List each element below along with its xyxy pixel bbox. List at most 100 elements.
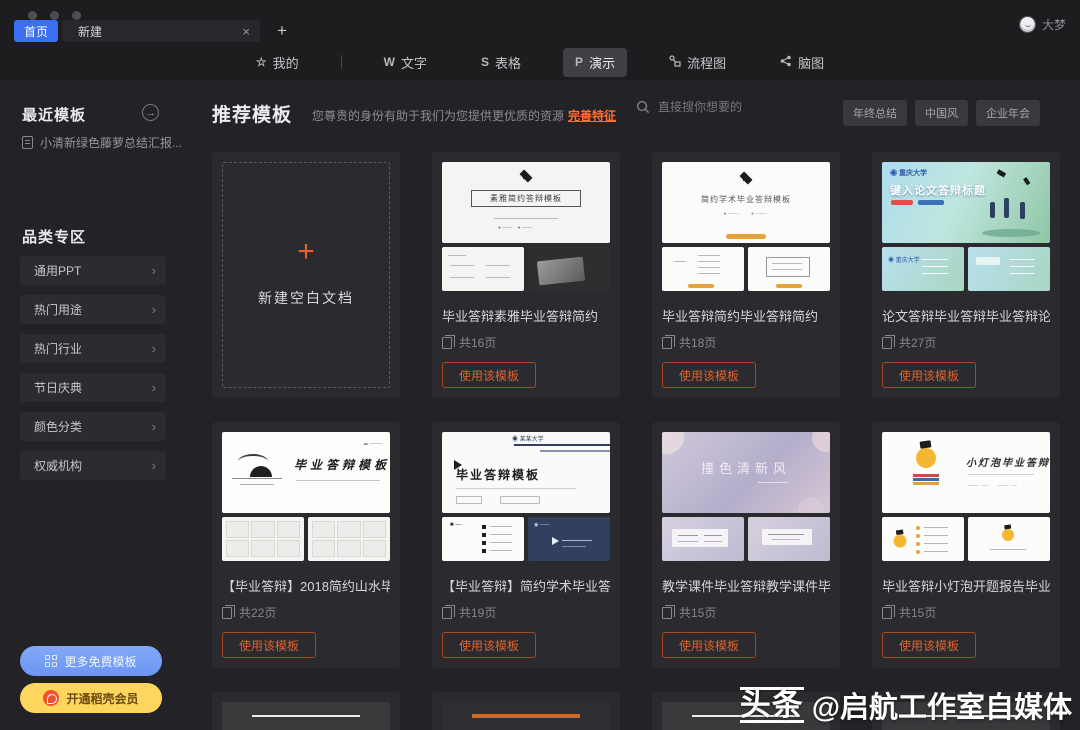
avatar[interactable] — [1019, 16, 1036, 33]
preview-title: 简约学术毕业答辩模板 — [662, 194, 830, 205]
chevron-right-icon: › — [152, 341, 156, 356]
chevron-right-icon: › — [152, 302, 156, 317]
preview-thumb — [442, 247, 524, 291]
star-icon: ☆ — [256, 55, 267, 69]
tab-new[interactable]: 新建 × — [62, 20, 260, 42]
sidebar-item-colors[interactable]: 颜色分类 › — [20, 412, 166, 441]
open-membership-button[interactable]: 开通稻壳会员 — [20, 683, 162, 713]
page-count-row: 共16页 — [442, 334, 610, 351]
app-window: 首页 新建 × + 大梦 ☆ 我的 W 文字 S 表格 P 演示 — [0, 0, 1080, 730]
template-card[interactable]: ◉ 重庆大学 键入论文答辩标题 ◉ 重庆大学 — [872, 152, 1060, 398]
close-icon[interactable]: × — [242, 24, 250, 39]
template-card[interactable]: ◉ 某某大学 毕业答辩模板 ■ — — [432, 422, 620, 668]
preview-thumb — [748, 517, 830, 561]
tag-chinese-style[interactable]: 中国风 — [915, 100, 968, 126]
use-template-button[interactable]: 使用该模板 — [882, 362, 976, 388]
template-card[interactable]: 素雅简约答辩模板 ● —— ● —— — [432, 152, 620, 398]
pages-icon — [442, 337, 452, 349]
nav-item-spreadsheet[interactable]: S 表格 — [469, 48, 533, 77]
template-title: 毕业答辩小灯泡开题报告毕业汇 — [882, 576, 1050, 595]
preview-thumb — [528, 247, 610, 291]
search-bar[interactable] — [636, 100, 808, 114]
grid-icon — [45, 655, 57, 667]
search-input[interactable] — [658, 100, 808, 114]
sidebar-item-general-ppt[interactable]: 通用PPT › — [20, 256, 166, 285]
lightbulb-icon — [894, 535, 907, 548]
sidebar-item-hot-uses[interactable]: 热门用途 › — [20, 295, 166, 324]
template-card-partial[interactable] — [212, 692, 400, 730]
preview-slide: ◉ 重庆大学 键入论文答辩标题 — [882, 162, 1050, 243]
nav-item-presentation[interactable]: P 演示 — [563, 48, 627, 77]
account-area[interactable]: 大梦 — [1019, 16, 1066, 33]
use-template-button[interactable]: 使用该模板 — [442, 362, 536, 388]
recommend-subtitle: 您尊贵的身份有助于我们为您提供更优质的资源 — [312, 107, 564, 124]
use-template-button[interactable]: 使用该模板 — [882, 632, 976, 658]
titlebar: 首页 新建 × + 大梦 — [0, 0, 1080, 44]
template-card[interactable]: 简约学术毕业答辩模板 ● —— · ● —— · — [652, 152, 840, 398]
sidebar: 最近模板 → 小清新绿色藤萝总结汇报... 品类专区 通用PPT › 热门用途 … — [0, 80, 200, 730]
preview-title: 毕业答辩模板 — [294, 456, 390, 473]
complete-profile-link[interactable]: 完善特征 — [568, 107, 616, 124]
use-template-button[interactable]: 使用该模板 — [222, 632, 316, 658]
tag-annual-meeting[interactable]: 企业年会 — [976, 100, 1040, 126]
more-free-templates-button[interactable]: 更多免费模板 — [20, 646, 162, 676]
category-label: 颜色分类 — [34, 418, 152, 435]
window-close-button[interactable] — [28, 11, 37, 20]
nav-item-mine[interactable]: ☆ 我的 — [244, 48, 311, 77]
template-card-partial[interactable] — [432, 692, 620, 730]
use-template-button[interactable]: 使用该模板 — [662, 362, 756, 388]
nav-label-mine: 我的 — [273, 53, 299, 72]
pages-icon — [662, 337, 672, 349]
pages-icon — [662, 607, 672, 619]
nav-item-flowchart[interactable]: 流程图 — [657, 48, 738, 77]
new-blank-document-card[interactable]: + 新建空白文档 — [212, 152, 400, 398]
lightbulb-icon — [916, 448, 936, 468]
window-zoom-button[interactable] — [72, 11, 81, 20]
window-minimize-button[interactable] — [50, 11, 59, 20]
mindmap-icon — [780, 55, 792, 70]
template-preview: ◉ 某某大学 毕业答辩模板 ■ — — [442, 432, 610, 561]
pages-icon — [882, 607, 892, 619]
page-count: 共19页 — [459, 604, 496, 621]
template-card[interactable]: 撞色清新风 — [652, 422, 840, 668]
nav-label-presentation: 演示 — [589, 53, 615, 72]
nav-label-flowchart: 流程图 — [687, 53, 726, 72]
preview-thumb — [662, 247, 744, 291]
use-template-button[interactable]: 使用该模板 — [442, 632, 536, 658]
pages-icon — [222, 607, 232, 619]
tab-home-label: 首页 — [24, 23, 48, 40]
sidebar-item-hot-industries[interactable]: 热门行业 › — [20, 334, 166, 363]
category-label: 通用PPT — [34, 262, 152, 279]
template-title: 教学课件毕业答辩教学课件毕业 — [662, 576, 830, 595]
template-card[interactable]: 毕业答辩模板 ☁ —— 【毕业答辩】2018简约山水毕 共22页 使用该模板 — [212, 422, 400, 668]
chevron-right-icon: › — [152, 380, 156, 395]
presentation-icon: P — [575, 55, 583, 69]
nav-label-mindmap: 脑图 — [798, 53, 824, 72]
preview-thumb — [662, 517, 744, 561]
use-template-button[interactable]: 使用该模板 — [662, 632, 756, 658]
sidebar-item-festivals[interactable]: 节日庆典 › — [20, 373, 166, 402]
sidebar-item-authorities[interactable]: 权威机构 › — [20, 451, 166, 480]
template-card[interactable]: 小灯泡毕业答辩 —— · — —— · — — [872, 422, 1060, 668]
nav-item-mindmap[interactable]: 脑图 — [768, 48, 836, 77]
template-preview: 小灯泡毕业答辩 —— · — —— · — — [882, 432, 1050, 561]
preview-slide: 素雅简约答辩模板 ● —— ● —— — [442, 162, 610, 243]
preview-slide: ◉ 某某大学 毕业答辩模板 — [442, 432, 610, 513]
graduation-cap-icon — [1022, 177, 1031, 183]
tag-year-summary[interactable]: 年终总结 — [843, 100, 907, 126]
lightbulb-icon — [1002, 529, 1014, 541]
tab-home[interactable]: 首页 — [14, 20, 58, 42]
template-title: 论文答辩毕业答辩毕业答辩论文 — [882, 306, 1050, 325]
recent-template-item[interactable]: 小清新绿色藤萝总结汇报... — [22, 134, 182, 151]
nav-item-writer[interactable]: W 文字 — [372, 48, 439, 77]
preview-title: 键入论文答辩标题 — [890, 182, 986, 198]
new-blank-label: 新建空白文档 — [258, 288, 354, 308]
preview-thumb — [222, 517, 304, 561]
app-nav: ☆ 我的 W 文字 S 表格 P 演示 流程图 脑图 — [0, 44, 1080, 80]
recent-more-arrow-icon[interactable]: → — [142, 104, 159, 121]
new-tab-button[interactable]: + — [270, 20, 294, 42]
page-count: 共18页 — [679, 334, 716, 351]
flowchart-icon — [669, 55, 681, 70]
nav-label-writer: 文字 — [401, 53, 427, 72]
more-free-templates-label: 更多免费模板 — [64, 653, 136, 670]
